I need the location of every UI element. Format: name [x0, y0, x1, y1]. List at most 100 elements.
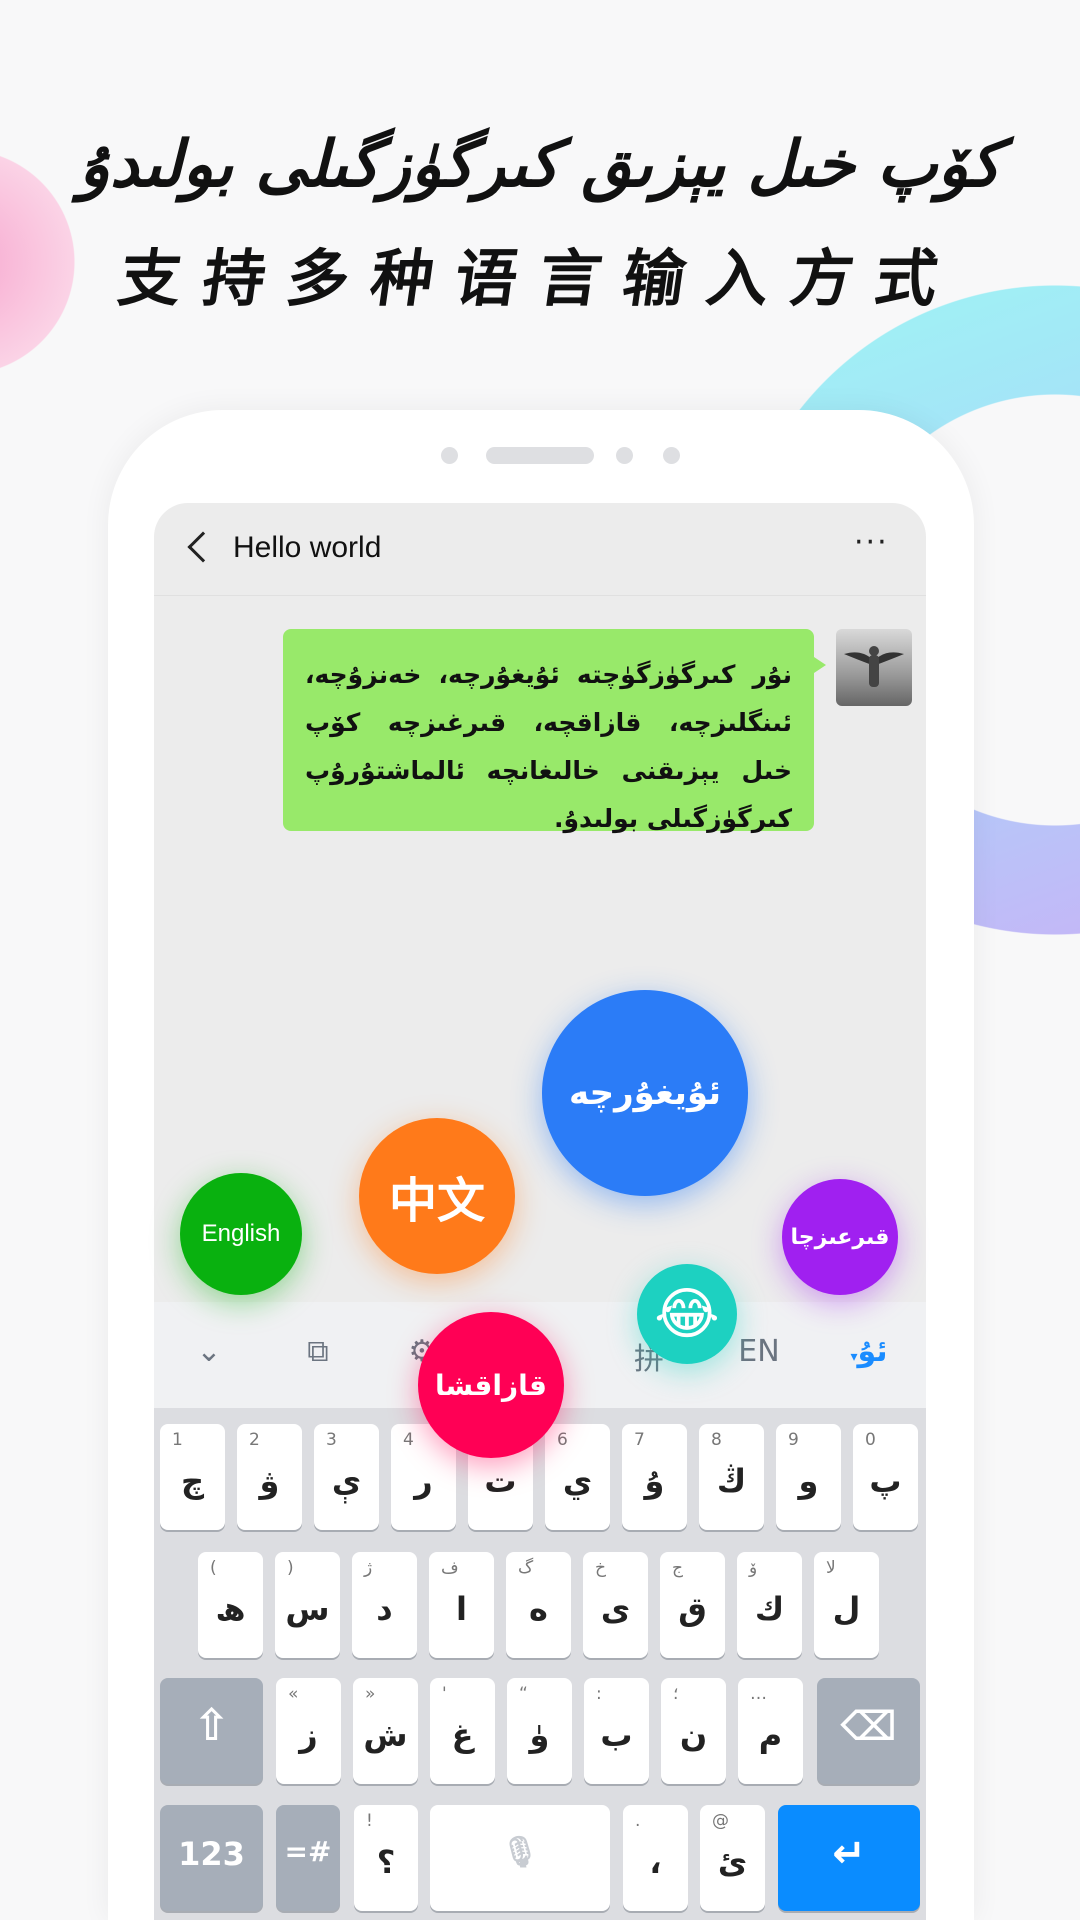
chat-title: Hello world: [233, 531, 382, 564]
key-primary: ئ: [717, 1843, 748, 1881]
key-primary: غ: [451, 1716, 474, 1754]
key-secondary: !: [366, 1811, 373, 1831]
enter-key[interactable]: ↵: [778, 1805, 920, 1911]
letter-key[interactable]: “ۈ: [507, 1678, 572, 1784]
key-primary: ش: [363, 1716, 408, 1754]
speaker-grille: [486, 447, 594, 464]
uyghur-language-button[interactable]: ▾ئۇ: [839, 1334, 899, 1369]
chevron-left-icon[interactable]: [187, 531, 219, 563]
key-secondary: (: [210, 1558, 217, 1578]
letter-key[interactable]: :ب: [584, 1678, 649, 1784]
language-bubble-english[interactable]: English: [180, 1173, 302, 1295]
space-key[interactable]: 🎙: [430, 1805, 610, 1911]
key-primary: ،: [649, 1843, 662, 1881]
enter-icon: ↵: [832, 1831, 866, 1877]
key-secondary: ژ: [364, 1558, 373, 1578]
symbols-key[interactable]: =#: [276, 1805, 340, 1911]
key-primary: ب: [600, 1716, 633, 1754]
key-secondary: .: [635, 1811, 641, 1831]
key-primary: ې: [331, 1462, 362, 1500]
more-icon[interactable]: ···: [854, 525, 889, 560]
key-primary: ۋ: [259, 1462, 280, 1500]
english-button[interactable]: EN: [729, 1334, 789, 1369]
language-bubble-uyghur[interactable]: ئۇيغۇرچە: [542, 990, 748, 1196]
letter-key[interactable]: ژد: [352, 1552, 417, 1658]
key-primary: ن: [679, 1716, 708, 1754]
key-primary: ي: [562, 1462, 593, 1500]
keyboard: ⇧ ⌫ 123 =# !؟ 🎙 .، @ئ ↵ 1چ2ۋ3ې4ر5ت6ي7ۇ8ڭ…: [154, 1408, 926, 1920]
letter-key[interactable]: ' غ: [430, 1678, 495, 1784]
key-primary: ق: [678, 1590, 707, 1628]
hamza-key[interactable]: @ ئ: [700, 1805, 765, 1911]
letter-key[interactable]: خى: [583, 1552, 648, 1658]
letter-key[interactable]: 1چ: [160, 1424, 225, 1530]
letter-key[interactable]: 8ڭ: [699, 1424, 764, 1530]
shift-key[interactable]: ⇧: [160, 1678, 263, 1784]
key-primary: ل: [832, 1590, 861, 1628]
letter-key[interactable]: 0پ: [853, 1424, 918, 1530]
key-secondary: 4: [403, 1430, 414, 1450]
language-bubble-chinese[interactable]: 中文: [359, 1118, 515, 1274]
letter-key[interactable]: «ز: [276, 1678, 341, 1784]
letter-key[interactable]: ؛ ن: [661, 1678, 726, 1784]
key-secondary: »: [365, 1684, 376, 1704]
key-secondary: 1: [172, 1430, 183, 1450]
letter-key[interactable]: » ش: [353, 1678, 418, 1784]
key-secondary: 2: [249, 1430, 260, 1450]
headline-chinese: 支持多种语言输入方式: [114, 242, 965, 315]
letter-key[interactable]: 7ۇ: [622, 1424, 687, 1530]
key-primary: ۇ: [644, 1462, 665, 1500]
key-primary: پ: [869, 1462, 902, 1500]
emoji-bubble[interactable]: 😂: [637, 1264, 737, 1364]
key-secondary: @: [712, 1811, 729, 1831]
camera-dot: [441, 447, 458, 464]
angel-avatar-icon: [844, 646, 904, 687]
key-primary: ھ: [215, 1590, 246, 1628]
microphone-icon: 🎙: [500, 1835, 540, 1870]
letter-key[interactable]: 2ۋ: [237, 1424, 302, 1530]
key-primary: م: [758, 1716, 783, 1754]
letter-key[interactable]: … م: [738, 1678, 803, 1784]
key-primary: ە: [529, 1590, 548, 1628]
key-primary: ؟: [376, 1843, 396, 1881]
key-secondary: ؛: [673, 1684, 679, 1704]
numbers-key[interactable]: 123: [160, 1805, 263, 1911]
key-secondary: 3: [326, 1430, 337, 1450]
sensor-dot: [663, 447, 680, 464]
key-primary: ك: [754, 1590, 785, 1628]
question-key[interactable]: ! ؟: [354, 1805, 418, 1911]
language-bubble-kazakh[interactable]: قازاقشا: [418, 1312, 564, 1458]
symbols-label: =#: [284, 1835, 332, 1868]
key-secondary: 7: [634, 1430, 645, 1450]
key-secondary: ف: [441, 1558, 459, 1578]
letter-key[interactable]: 3ې: [314, 1424, 379, 1530]
comma-key[interactable]: . ،: [623, 1805, 688, 1911]
letter-key[interactable]: (ھ: [198, 1552, 263, 1658]
letter-key[interactable]: ) س: [275, 1552, 340, 1658]
backspace-key[interactable]: ⌫: [817, 1678, 920, 1784]
letter-key[interactable]: جق: [660, 1552, 725, 1658]
key-primary: و: [798, 1462, 819, 1500]
key-secondary: ': [442, 1684, 447, 1704]
key-secondary: 0: [865, 1430, 876, 1450]
key-secondary: ج: [672, 1558, 683, 1578]
message-bubble: نۇر كىرگۈزگۈچتە ئۇيغۇرچە، خەنزۇچە، ئىنگل…: [283, 629, 826, 833]
letter-key[interactable]: فا: [429, 1552, 494, 1658]
key-primary: ر: [414, 1462, 433, 1500]
clipboard-icon[interactable]: ⧉: [288, 1334, 348, 1369]
letter-key[interactable]: 9و: [776, 1424, 841, 1530]
key-secondary: خ: [595, 1558, 606, 1578]
key-primary: ت: [484, 1462, 517, 1500]
letter-key[interactable]: 6ي: [545, 1424, 610, 1530]
letter-key[interactable]: لا ل: [814, 1552, 879, 1658]
letter-key[interactable]: ۆك: [737, 1552, 802, 1658]
headline-uyghur: كۆپ خىل يېزىق كىرگۈزگىلى بولىدۇ: [79, 128, 1001, 202]
numbers-label: 123: [178, 1835, 245, 1873]
language-bubble-kyrgyz[interactable]: قىرعىزچا: [782, 1179, 898, 1295]
key-primary: ى: [600, 1590, 631, 1628]
key-primary: ڭ: [716, 1462, 747, 1500]
letter-key[interactable]: گە: [506, 1552, 571, 1658]
avatar[interactable]: [836, 629, 912, 706]
key-secondary: 9: [788, 1430, 799, 1450]
collapse-keyboard-icon[interactable]: ⌄: [179, 1334, 239, 1369]
